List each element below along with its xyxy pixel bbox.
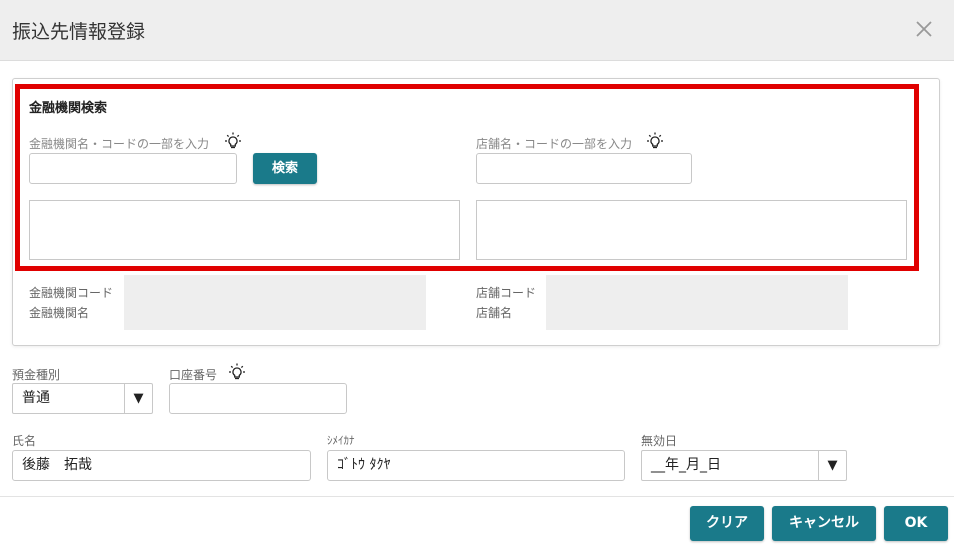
expiry-date-picker[interactable]: __年_月_日 ▼ [641,450,847,481]
expiry-label: 無効日 [641,434,678,448]
bank-search-label: 金融機関名・コードの一部を入力 [29,137,210,151]
triangle-down-icon[interactable]: ▼ [818,451,846,480]
clear-button[interactable]: クリア [690,506,764,541]
dialog-title: 振込先情報登録 [12,21,146,43]
bank-name-label: 金融機関名 [29,306,90,320]
name-input[interactable]: 後藤 拓哉 [12,450,311,481]
close-icon[interactable] [912,17,936,41]
kana-label: ｼﾒｲｶﾅ [327,434,355,447]
account-number-label: 口座番号 [169,368,218,382]
branch-info-readonly [546,275,848,330]
lightbulb-icon[interactable] [223,132,243,152]
kana-input[interactable]: ｺﾞﾄｳ ﾀｸﾔ [327,450,625,481]
lightbulb-icon[interactable] [227,363,247,383]
bank-results-list[interactable] [29,200,460,260]
bank-search-input[interactable] [29,153,237,184]
branch-code-label: 店舗コード [476,286,537,300]
deposit-type-select[interactable]: 普通 ▼ [12,383,153,414]
footer-divider [0,496,954,497]
expiry-value: __年_月_日 [651,457,721,473]
branch-name-label: 店舗名 [476,306,513,320]
dialog-header: 振込先情報登録 [0,0,954,61]
branch-search-input[interactable] [476,153,692,184]
deposit-type-value: 普通 [22,390,50,406]
name-label: 氏名 [12,434,37,448]
section-title: 金融機関検索 [29,101,108,116]
ok-button[interactable]: OK [884,506,948,541]
deposit-type-label: 預金種別 [12,368,61,382]
bank-info-readonly [124,275,426,330]
lightbulb-icon[interactable] [645,132,665,152]
cancel-button[interactable]: キャンセル [772,506,876,541]
branch-results-list[interactable] [476,200,907,260]
triangle-down-icon[interactable]: ▼ [124,384,152,413]
branch-search-label: 店舗名・コードの一部を入力 [476,137,633,151]
account-number-input[interactable] [169,383,347,414]
search-button[interactable]: 検索 [253,153,317,184]
bank-code-label: 金融機関コード [29,286,114,300]
